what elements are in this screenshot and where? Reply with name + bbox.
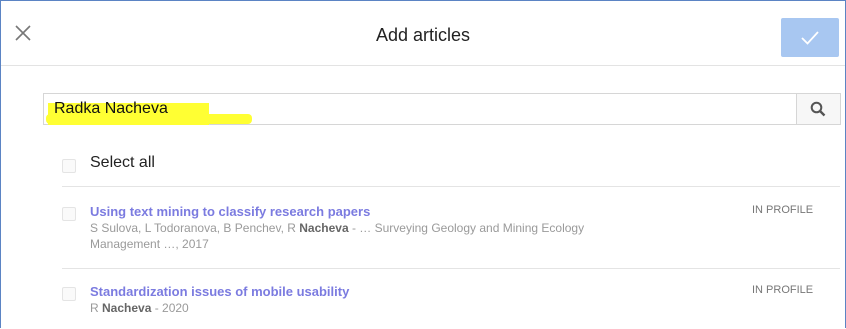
article-meta: S Sulova, L Todoranova, B Penchev, R Nac… [90, 220, 700, 252]
article-title-link[interactable]: Standardization issues of mobile usabili… [90, 284, 349, 299]
article-checkbox[interactable] [62, 287, 76, 301]
article-venue-line2: Management …, 2017 [90, 237, 209, 251]
article-checkbox[interactable] [62, 207, 76, 221]
divider [62, 268, 840, 269]
search-icon [810, 101, 826, 117]
confirm-button[interactable] [781, 18, 839, 57]
article-author-highlight: Nacheva [102, 301, 152, 315]
checkmark-icon [801, 31, 819, 45]
select-all-checkbox[interactable] [62, 159, 76, 173]
article-venue: - 2020 [151, 301, 189, 315]
article-venue: - … Surveying Geology and Mining Ecology [348, 221, 585, 235]
in-profile-badge: IN PROFILE [752, 204, 814, 216]
article-authors: R [90, 301, 102, 315]
select-all-label: Select all [90, 154, 155, 171]
article-authors: S Sulova, L Todoranova, B Penchev, R [90, 221, 300, 235]
search-bar [43, 93, 841, 125]
divider [62, 186, 840, 187]
article-meta: R Nacheva - 2020 [90, 300, 700, 316]
article-author-highlight: Nacheva [299, 221, 349, 235]
search-button[interactable] [796, 94, 840, 124]
dialog-header: Add articles [1, 1, 845, 66]
dialog-title: Add articles [375, 25, 471, 45]
in-profile-badge: IN PROFILE [752, 284, 814, 296]
search-input[interactable] [54, 98, 754, 120]
article-title-link[interactable]: Using text mining to classify research p… [90, 204, 370, 219]
